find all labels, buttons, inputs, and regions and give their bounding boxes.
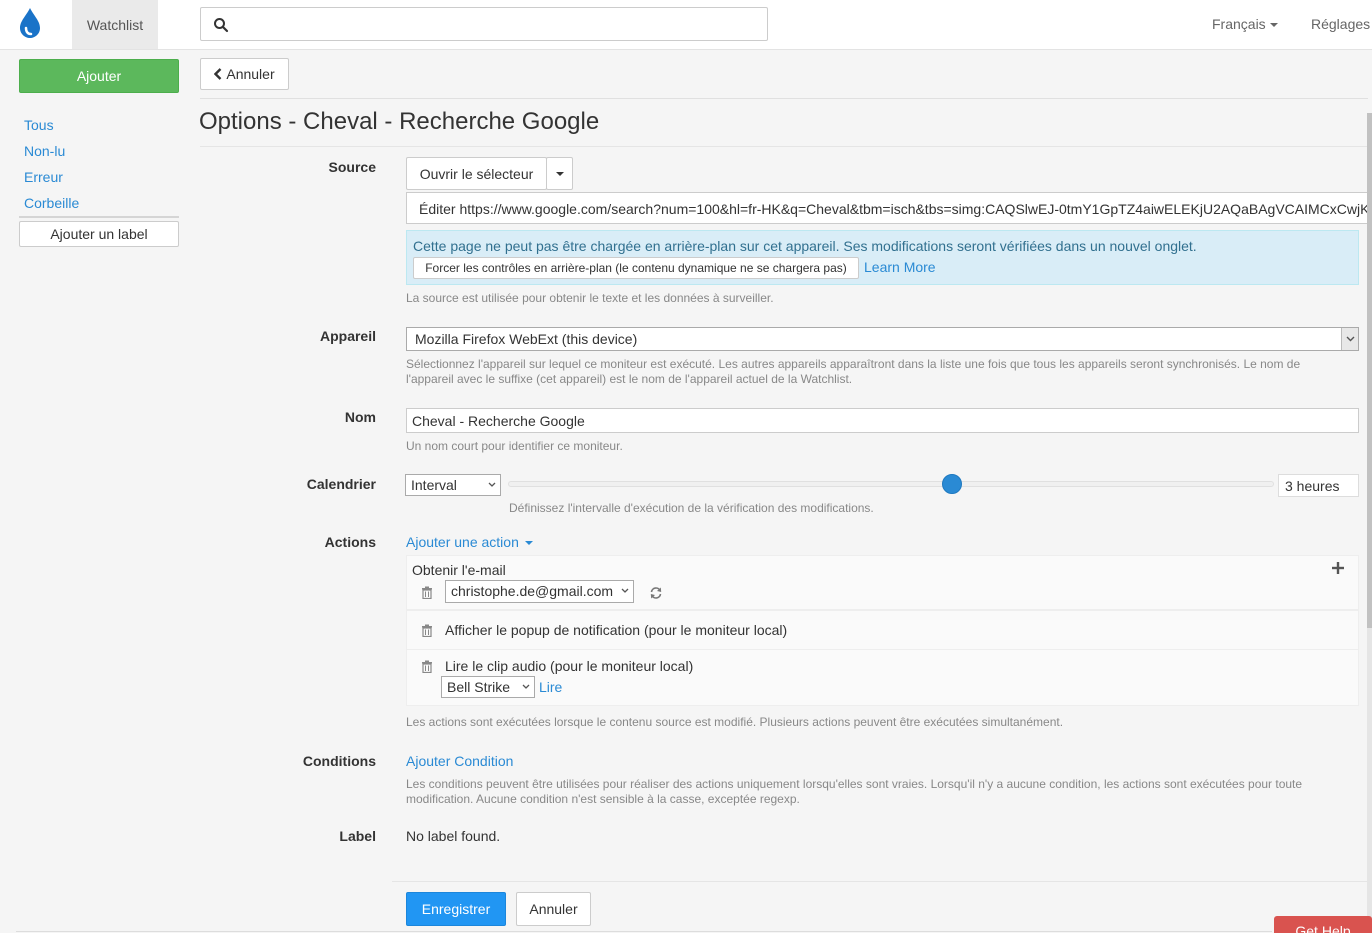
interval-value-field[interactable]: 3 heures	[1278, 474, 1359, 497]
schedule-type-select[interactable]: Interval	[405, 474, 501, 496]
language-label: Français	[1212, 16, 1266, 32]
watchlist-tab[interactable]: Watchlist	[72, 0, 158, 49]
divider	[392, 881, 1368, 882]
search-box[interactable]	[200, 7, 768, 41]
schedule-type-value: Interval	[411, 477, 457, 493]
device-help-line: l'appareil avec le suffixe (cet appareil…	[406, 372, 853, 386]
alert-text: Cette page ne peut pas être chargée en a…	[413, 238, 1197, 254]
page-title: Options - Cheval - Recherche Google	[199, 108, 600, 135]
email-select[interactable]: christophe.de@gmail.com	[445, 580, 634, 603]
top-navbar: Watchlist Français Réglages	[0, 0, 1372, 50]
source-help: La source est utilisée pour obtenir le t…	[406, 291, 774, 305]
name-help: Un nom court pour identifier ce moniteur…	[406, 439, 623, 453]
sidebar-item-all[interactable]: Tous	[24, 117, 54, 133]
divider	[16, 931, 1272, 932]
language-dropdown[interactable]: Français	[1212, 16, 1278, 32]
add-monitor-button[interactable]: Ajouter	[19, 59, 179, 93]
chevron-down-icon	[522, 684, 530, 689]
search-icon	[214, 18, 229, 33]
name-label: Nom	[344, 409, 376, 425]
conditions-help: Les conditions peuvent être utilisées po…	[406, 777, 1361, 807]
chevron-left-icon	[214, 68, 222, 80]
plus-icon[interactable]	[1332, 562, 1344, 574]
force-background-button[interactable]: Forcer les contrôles en arrière-plan (le…	[413, 257, 859, 279]
refresh-icon[interactable]	[649, 586, 663, 600]
add-label-button[interactable]: Ajouter un label	[19, 221, 179, 247]
conditions-label: Conditions	[302, 753, 376, 769]
search-input[interactable]	[235, 8, 765, 40]
sidebar-nav: Tous Non-lu Erreur Corbeille	[24, 115, 79, 219]
caret-down-icon	[524, 541, 533, 546]
cancel-top-button[interactable]: Annuler	[200, 58, 289, 90]
chevron-down-icon	[621, 588, 629, 593]
schedule-help: Définissez l'intervalle d'exécution de l…	[509, 501, 874, 515]
cancel-top-label: Annuler	[226, 66, 275, 82]
popup-action-label: Afficher le popup de notification (pour …	[445, 622, 788, 638]
sidebar-item-trash[interactable]: Corbeille	[24, 195, 79, 211]
chevron-down-icon	[1341, 328, 1358, 350]
source-label: Source	[328, 159, 376, 175]
caret-down-icon	[555, 171, 564, 176]
audio-action-card: Lire le clip audio (pour le moniteur loc…	[406, 650, 1359, 706]
open-selector-button[interactable]: Ouvrir le sélecteur	[406, 157, 547, 190]
cancel-button[interactable]: Annuler	[516, 892, 591, 926]
interval-slider-track[interactable]	[508, 481, 1274, 487]
sidebar-divider	[19, 216, 179, 218]
device-label: Appareil	[319, 328, 376, 344]
device-select[interactable]: Mozilla Firefox WebExt (this device)	[406, 327, 1359, 351]
source-url-field[interactable]: Éditer https://www.google.com/search?num…	[406, 192, 1372, 224]
audio-action-label: Lire le clip audio (pour le moniteur loc…	[445, 658, 694, 674]
email-value: christophe.de@gmail.com	[451, 583, 614, 599]
play-sound-link[interactable]: Lire	[539, 679, 562, 695]
popup-action-card: Afficher le popup de notification (pour …	[406, 610, 1359, 650]
device-value: Mozilla Firefox WebExt (this device)	[415, 331, 638, 347]
trash-icon[interactable]	[421, 624, 433, 637]
caret-down-icon	[1269, 23, 1278, 28]
scrollbar-thumb[interactable]	[1367, 113, 1372, 628]
device-help-line: Sélectionnez l'appareil sur lequel ce mo…	[406, 357, 1301, 371]
sound-value: Bell Strike	[447, 679, 511, 695]
name-input[interactable]: Cheval - Recherche Google	[406, 408, 1359, 433]
chevron-down-icon	[488, 482, 496, 487]
no-label-text: No label found.	[406, 828, 501, 844]
add-action-label: Ajouter une action	[406, 534, 519, 550]
conditions-help-line: modification. Aucune condition n'est sen…	[406, 792, 800, 806]
divider	[200, 146, 1368, 147]
conditions-help-line: Les conditions peuvent être utilisées po…	[406, 777, 1303, 791]
learn-more-link[interactable]: Learn More	[864, 259, 936, 275]
add-condition-link[interactable]: Ajouter Condition	[406, 753, 513, 769]
droplet-logo-icon[interactable]	[16, 6, 44, 40]
save-button[interactable]: Enregistrer	[406, 892, 506, 926]
trash-icon[interactable]	[421, 660, 433, 673]
add-action-dropdown[interactable]: Ajouter une action	[406, 534, 533, 550]
sound-select[interactable]: Bell Strike	[441, 676, 535, 698]
device-help: Sélectionnez l'appareil sur lequel ce mo…	[406, 357, 1356, 387]
divider	[200, 98, 1368, 99]
background-warning-alert: Cette page ne peut pas être chargée en a…	[406, 230, 1359, 285]
trash-icon[interactable]	[421, 586, 433, 599]
get-help-button[interactable]: Get Help	[1274, 916, 1372, 933]
settings-link[interactable]: Réglages	[1311, 16, 1370, 32]
email-action-title: Obtenir l'e-mail	[412, 562, 506, 578]
sidebar-item-error[interactable]: Erreur	[24, 169, 63, 185]
actions-label: Actions	[324, 534, 376, 550]
label-field-label: Label	[339, 828, 376, 844]
actions-help: Les actions sont exécutées lorsque le co…	[406, 715, 1064, 729]
selector-dropdown-toggle[interactable]	[546, 157, 573, 190]
interval-slider-handle[interactable]	[942, 474, 962, 494]
email-action-card: Obtenir l'e-mail christophe.de@gmail.com	[406, 555, 1359, 610]
sidebar-item-unread[interactable]: Non-lu	[24, 143, 65, 159]
schedule-label: Calendrier	[306, 476, 376, 492]
